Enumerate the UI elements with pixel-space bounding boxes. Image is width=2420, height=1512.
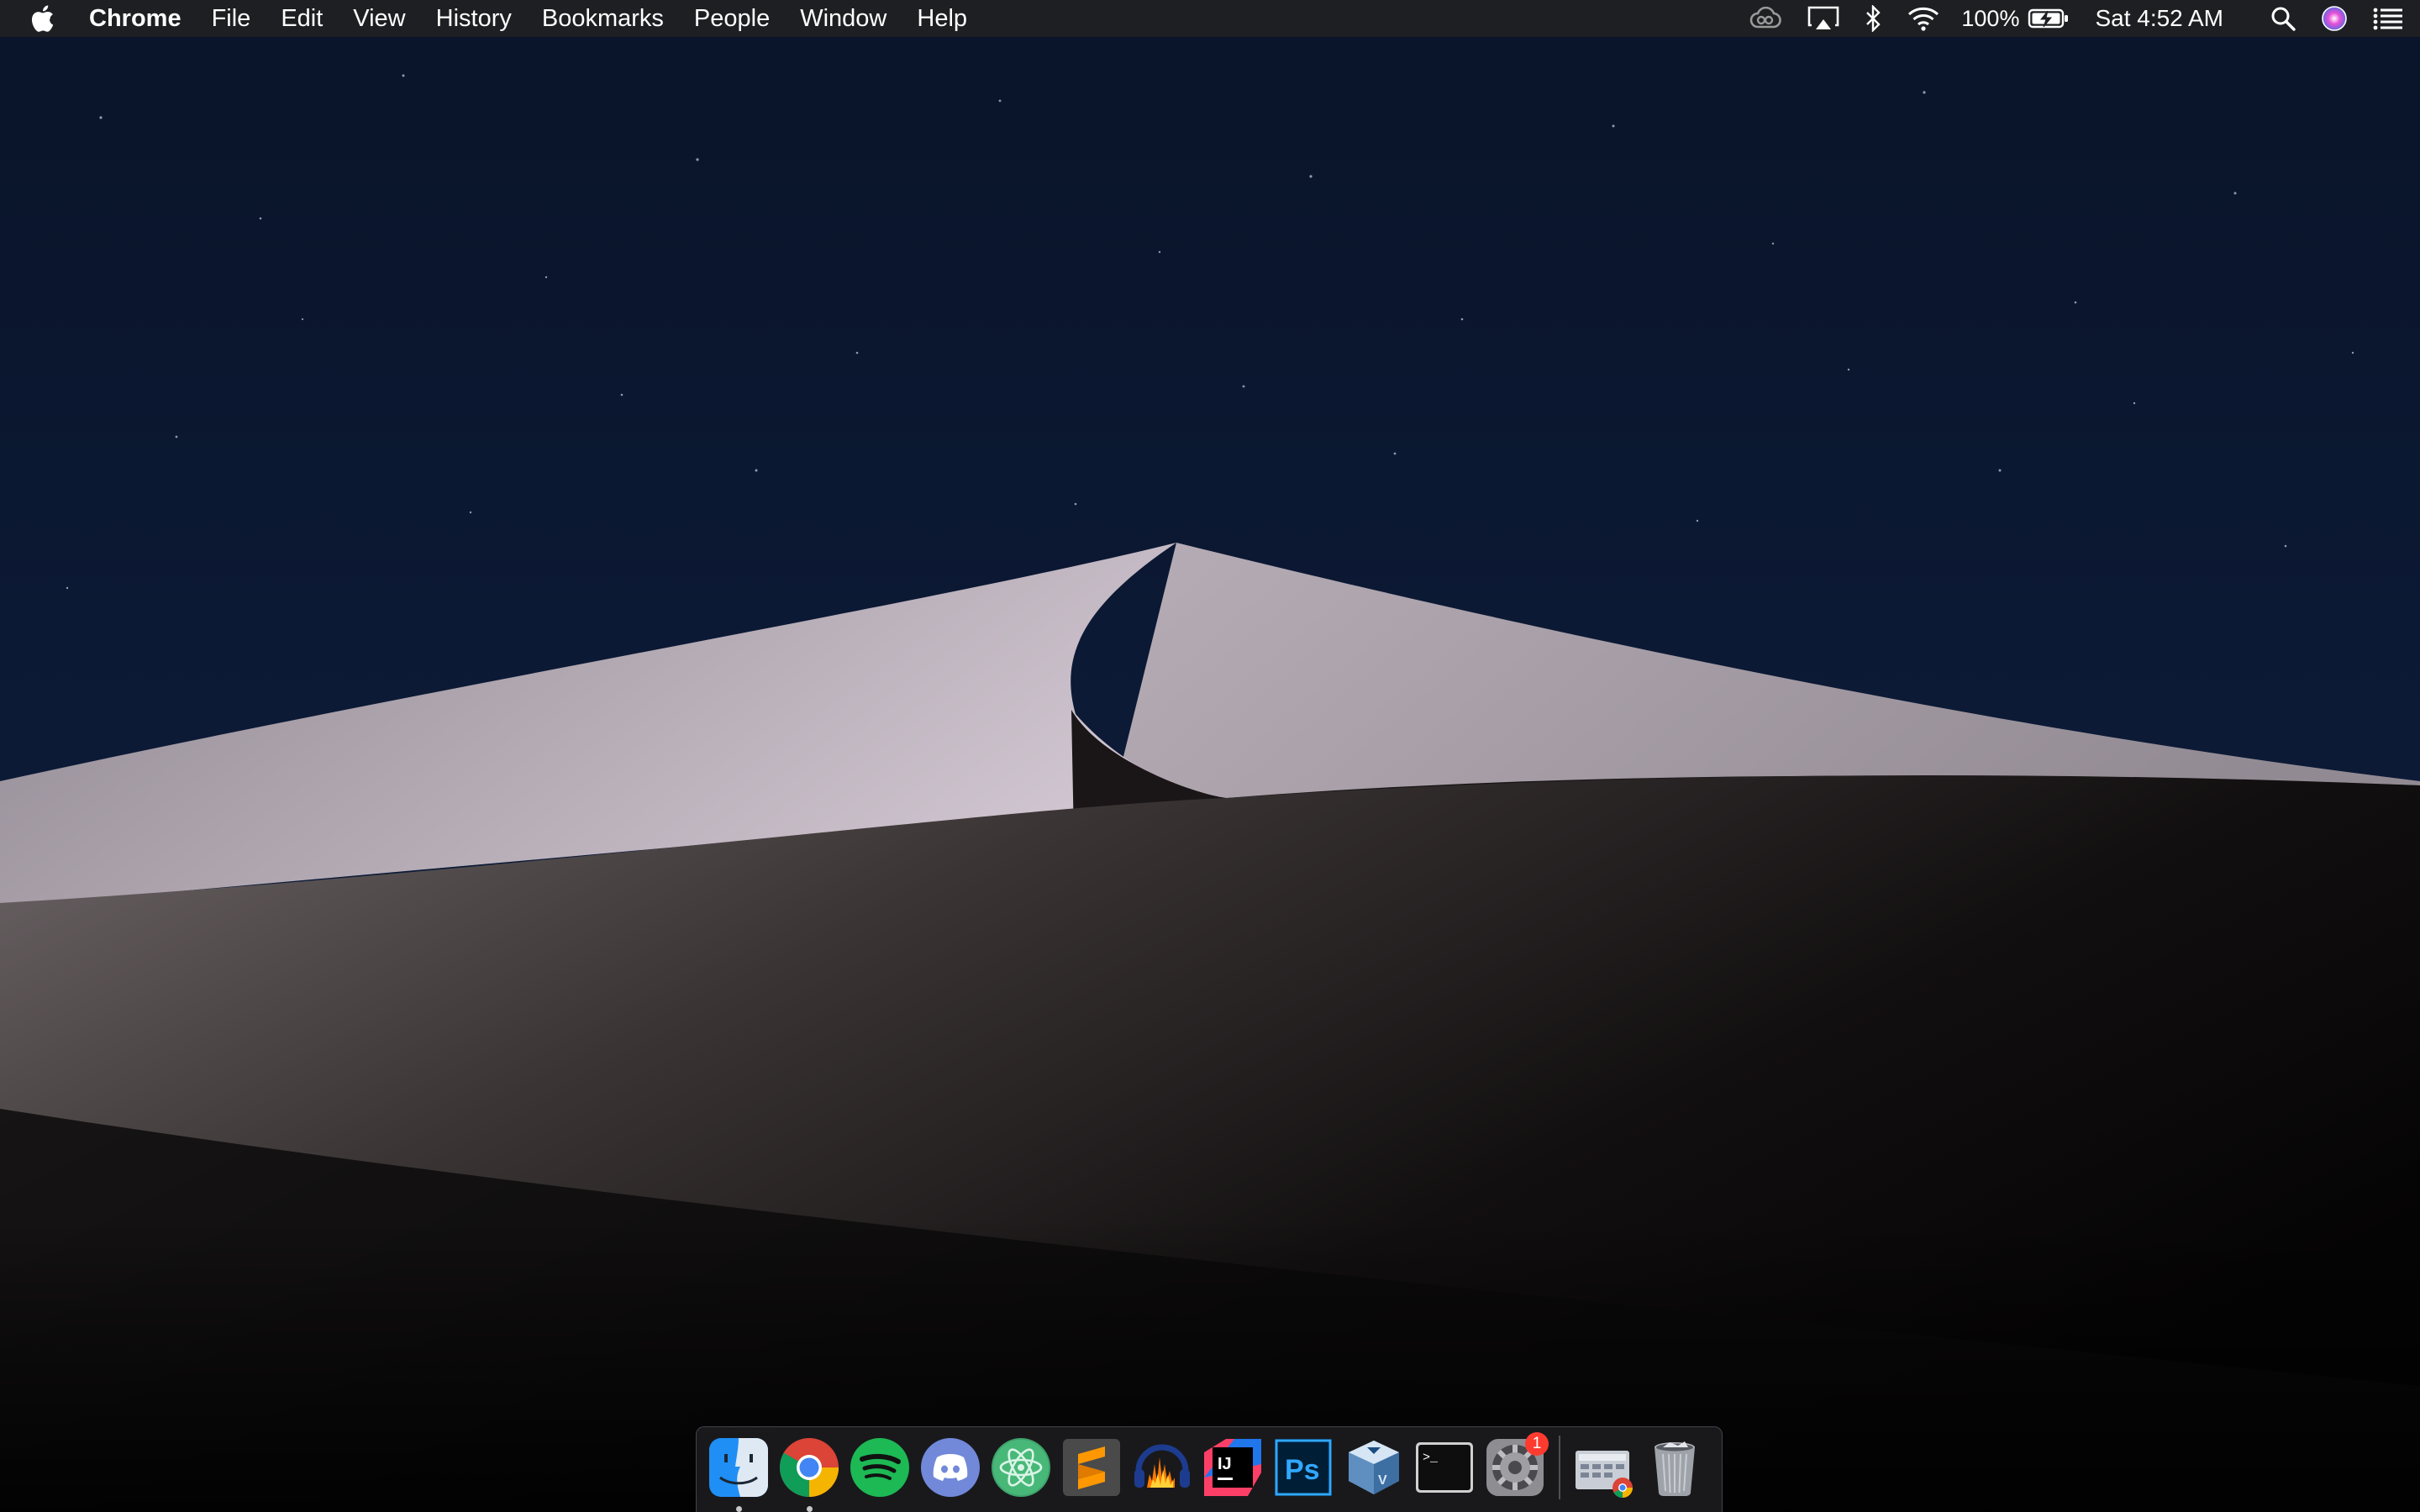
- atom-icon: [992, 1438, 1050, 1497]
- discord-icon: [921, 1438, 980, 1497]
- siri-icon[interactable]: [2321, 0, 2348, 37]
- dock-item-audacity[interactable]: [1130, 1436, 1194, 1499]
- audacity-icon: [1134, 1444, 1190, 1488]
- menu-bookmarks[interactable]: Bookmarks: [542, 0, 664, 37]
- dock-item-discord[interactable]: [918, 1436, 982, 1499]
- spotlight-search-icon[interactable]: [2270, 0, 2296, 37]
- menu-history[interactable]: History: [436, 0, 512, 37]
- spotify-icon: [850, 1438, 909, 1497]
- chrome-apps-folder-icon: [1576, 1451, 1633, 1498]
- menu-clock[interactable]: Sat 4:52 AM: [2095, 0, 2223, 37]
- airplay-icon[interactable]: [1807, 0, 1840, 37]
- virtualbox-icon: V: [1349, 1441, 1399, 1494]
- menu-people[interactable]: People: [694, 0, 770, 37]
- dock-item-system-preferences[interactable]: 1: [1483, 1432, 1549, 1499]
- desktop[interactable]: Chrome File Edit View History Bookmarks …: [0, 0, 2420, 1512]
- creative-cloud-icon[interactable]: [1748, 0, 1782, 37]
- battery-charging-icon[interactable]: [2028, 0, 2070, 37]
- menu-file[interactable]: File: [212, 0, 251, 37]
- dock-item-atom[interactable]: [989, 1436, 1053, 1499]
- dock-item-chrome[interactable]: [777, 1436, 841, 1512]
- menu-edit[interactable]: Edit: [281, 0, 323, 37]
- dock-item-spotify[interactable]: [848, 1436, 912, 1499]
- chrome-icon: [780, 1438, 839, 1497]
- dock-item-intellij[interactable]: IJ: [1201, 1436, 1265, 1499]
- photoshop-label: Ps: [1285, 1454, 1320, 1486]
- notification-badge: 1: [1525, 1432, 1549, 1456]
- desktop-wallpaper: [0, 0, 2420, 1512]
- terminal-icon: >_: [1416, 1442, 1473, 1493]
- running-indicator: [736, 1506, 742, 1512]
- menu-app-chrome[interactable]: Chrome: [89, 0, 182, 37]
- dock-item-photoshop[interactable]: Ps: [1271, 1436, 1335, 1499]
- photoshop-icon: Ps: [1275, 1439, 1332, 1496]
- wifi-icon[interactable]: [1907, 0, 1939, 37]
- finder-icon: [709, 1438, 768, 1497]
- menu-view[interactable]: View: [353, 0, 405, 37]
- menu-window[interactable]: Window: [800, 0, 886, 37]
- dock-item-sublime-text[interactable]: [1060, 1436, 1123, 1499]
- dock-item-virtualbox[interactable]: V: [1342, 1436, 1406, 1499]
- notification-center-icon[interactable]: [2373, 0, 2403, 37]
- sublime-icon: [1063, 1439, 1120, 1496]
- intellij-icon: IJ: [1204, 1439, 1261, 1496]
- intellij-label: IJ: [1218, 1455, 1232, 1473]
- svg-text:V: V: [1378, 1473, 1387, 1488]
- dock-item-chrome-apps[interactable]: [1572, 1436, 1636, 1499]
- terminal-prompt: >_: [1423, 1451, 1439, 1465]
- dock-separator: [1559, 1436, 1560, 1499]
- dock-item-finder[interactable]: [707, 1436, 771, 1512]
- menu-bar: Chrome File Edit View History Bookmarks …: [0, 0, 2420, 37]
- trash-icon: [1655, 1441, 1695, 1496]
- dock: IJ Ps V >_ 1: [696, 1426, 1723, 1512]
- bluetooth-icon[interactable]: [1865, 0, 1882, 37]
- dock-item-terminal[interactable]: >_: [1413, 1436, 1476, 1499]
- menu-help[interactable]: Help: [917, 0, 967, 37]
- running-indicator: [807, 1506, 813, 1512]
- battery-percentage: 100%: [1961, 6, 2020, 31]
- apple-menu-icon[interactable]: [30, 0, 57, 37]
- dock-item-trash[interactable]: [1643, 1436, 1707, 1499]
